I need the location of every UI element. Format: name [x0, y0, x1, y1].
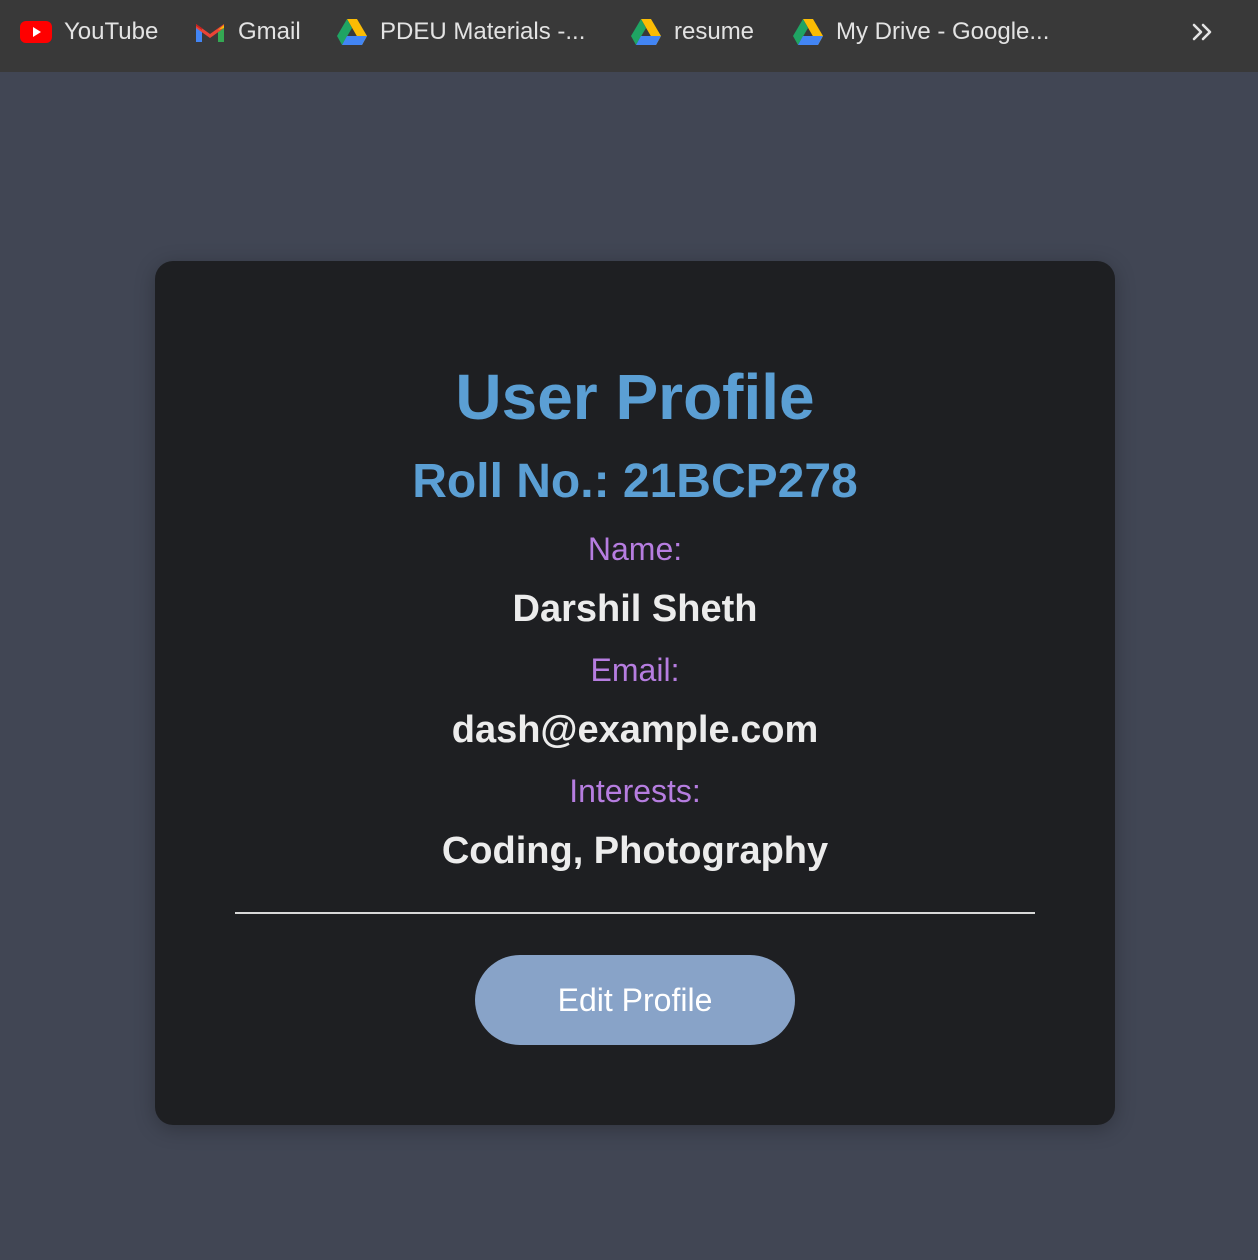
bookmark-label: PDEU Materials -... [380, 18, 586, 45]
email-value: dash@example.com [451, 709, 819, 751]
page-title: User Profile [455, 361, 815, 433]
bookmark-youtube[interactable]: YouTube [20, 0, 158, 64]
bookmarks-bar: YouTube Gmail PDEU Materials -... resume… [0, 0, 1258, 72]
bookmark-label: resume [674, 18, 755, 45]
bookmark-pdeu-materials[interactable]: PDEU Materials -... [336, 0, 585, 64]
bookmark-gmail[interactable]: Gmail [194, 0, 301, 64]
bookmark-resume[interactable]: resume [630, 0, 754, 64]
edit-profile-button[interactable]: Edit Profile [475, 955, 795, 1045]
google-drive-icon [336, 16, 368, 48]
google-drive-icon [630, 16, 662, 48]
interests-value: Coding, Photography [441, 830, 829, 872]
email-label: Email: [590, 652, 680, 688]
double-chevron-right-icon[interactable] [1186, 16, 1218, 48]
youtube-icon [20, 16, 52, 48]
bookmark-label: YouTube [64, 18, 159, 45]
google-drive-icon [792, 16, 824, 48]
roll-number: Roll No.: 21BCP278 [412, 455, 858, 508]
divider [235, 912, 1035, 914]
name-label: Name: [587, 531, 683, 567]
name-value: Darshil Sheth [512, 588, 758, 630]
bookmark-my-drive[interactable]: My Drive - Google... [792, 0, 1049, 64]
bookmark-label: Gmail [238, 18, 301, 45]
gmail-icon [194, 16, 226, 48]
profile-card: User Profile Roll No.: 21BCP278 Name: Da… [155, 261, 1115, 1125]
interests-label: Interests: [569, 773, 701, 809]
bookmark-label: My Drive - Google... [836, 18, 1050, 45]
